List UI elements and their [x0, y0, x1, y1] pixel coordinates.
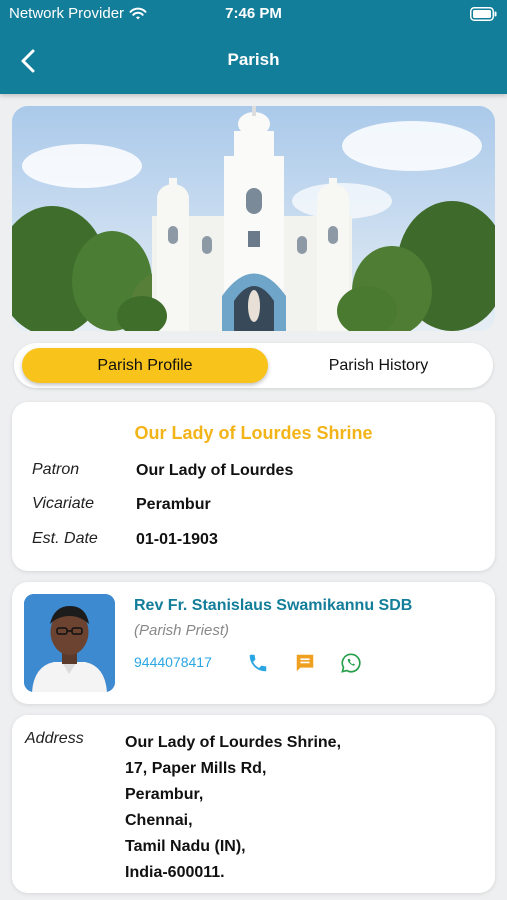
- battery-icon: [470, 7, 497, 21]
- parish-profile-card: Our Lady of Lourdes Shrine Patron Our La…: [12, 402, 495, 571]
- clock: 7:46 PM: [225, 5, 282, 22]
- parish-photo: [12, 106, 495, 331]
- page-title: Parish: [227, 50, 280, 69]
- patron-label: Patron: [32, 461, 80, 478]
- priest-role: (Parish Priest): [134, 622, 230, 639]
- phone-icon[interactable]: [247, 652, 269, 674]
- address-line: Our Lady of Lourdes Shrine,: [125, 734, 342, 751]
- status-bar: Network Provider 7:46 PM: [0, 0, 507, 28]
- vicariate-value: Perambur: [136, 496, 211, 513]
- parish-name: Our Lady of Lourdes Shrine: [134, 423, 373, 443]
- message-icon[interactable]: [294, 652, 316, 674]
- priest-avatar: [24, 594, 115, 692]
- address-lines: Our Lady of Lourdes Shrine, 17, Paper Mi…: [125, 730, 341, 886]
- address-line: Perambur,: [125, 786, 204, 803]
- address-line: 17, Paper Mills Rd,: [125, 760, 267, 777]
- tab-parish-history[interactable]: Parish History: [264, 348, 493, 383]
- app-header: Network Provider 7:46 PM Parish: [0, 0, 507, 94]
- est-date-value: 01-01-1903: [136, 531, 218, 548]
- parish-priest-card: Rev Fr. Stanislaus Swamikannu SDB (Paris…: [12, 582, 495, 704]
- priest-phone-number[interactable]: 9444078417: [134, 654, 212, 670]
- address-line: Chennai,: [125, 812, 193, 829]
- address-line: India-600011.: [125, 864, 225, 881]
- address-label: Address: [25, 730, 84, 747]
- address-card: Address Our Lady of Lourdes Shrine, 17, …: [12, 715, 495, 893]
- whatsapp-icon[interactable]: [340, 652, 362, 674]
- address-line: Tamil Nadu (IN),: [125, 838, 246, 855]
- segment-tabs: Parish Profile Parish History: [14, 343, 493, 388]
- vicariate-label: Vicariate: [32, 495, 94, 512]
- tab-parish-profile[interactable]: Parish Profile: [22, 348, 268, 383]
- nav-bar: Parish: [0, 40, 507, 82]
- church-illustration: [12, 106, 495, 331]
- priest-name: Rev Fr. Stanislaus Swamikannu SDB: [134, 597, 413, 614]
- est-date-label: Est. Date: [32, 530, 98, 547]
- patron-value: Our Lady of Lourdes: [136, 462, 294, 479]
